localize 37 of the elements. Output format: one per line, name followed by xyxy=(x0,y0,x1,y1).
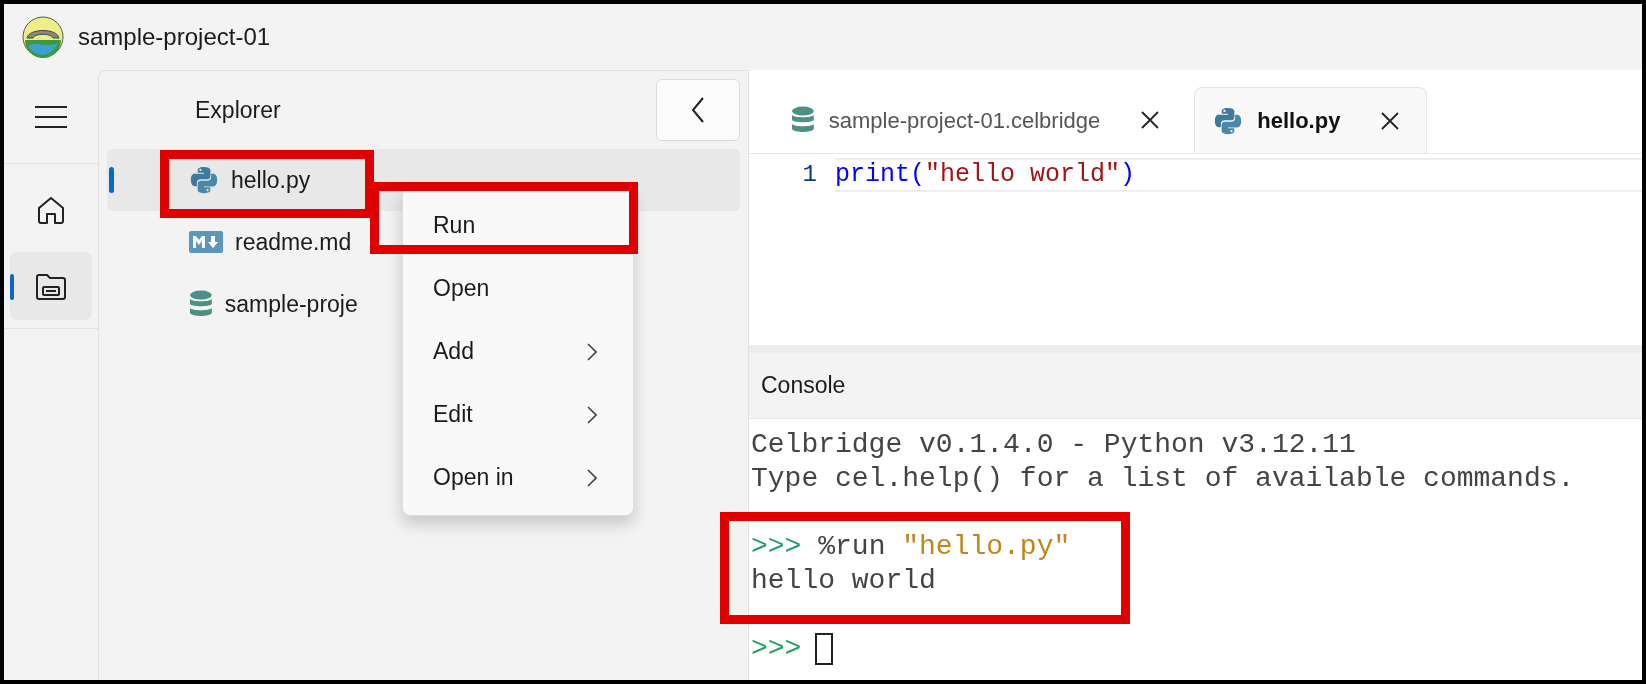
database-icon xyxy=(189,290,213,318)
python-icon xyxy=(189,165,219,195)
menu-item[interactable]: Open in xyxy=(433,460,514,495)
app-logo xyxy=(22,16,64,58)
chevron-left-icon xyxy=(691,96,705,124)
chevron-right-icon xyxy=(587,468,597,487)
menu-item[interactable]: Run xyxy=(433,208,476,243)
console-title: Console xyxy=(761,371,846,401)
menu-item[interactable]: Edit xyxy=(433,397,473,432)
chevron-right-icon xyxy=(587,405,597,424)
menu-item[interactable]: Add xyxy=(433,334,474,369)
close-icon[interactable] xyxy=(1140,110,1161,130)
menu-icon xyxy=(34,104,68,129)
markdown-icon xyxy=(189,231,223,253)
line-number: 1 xyxy=(801,160,818,190)
nav-button[interactable] xyxy=(10,252,92,320)
console-line: hello world xyxy=(751,564,936,598)
editor-tab[interactable]: hello.py xyxy=(1194,87,1428,153)
close-icon[interactable] xyxy=(1380,110,1401,131)
console-line: >>> xyxy=(751,632,802,666)
menu-item[interactable]: Open xyxy=(433,271,490,306)
code-line: print("hello world") xyxy=(835,158,1642,192)
database-icon xyxy=(791,106,815,134)
console-line: Celbridge v0.1.4.0 - Python v3.12.11 xyxy=(751,428,1356,462)
file-item[interactable]: readme.md xyxy=(107,211,360,273)
console-line: >>> %run "hello.py" xyxy=(751,530,1071,564)
editor-tab[interactable]: sample-project-01.celbridge xyxy=(773,87,1187,153)
console-line: Type cel.help() for a list of available commands. xyxy=(751,462,1575,496)
chevron-right-icon xyxy=(587,342,597,361)
selection-indicator xyxy=(109,167,114,193)
file-item[interactable]: sample-proje xyxy=(107,273,366,335)
python-icon xyxy=(1213,105,1244,136)
home-icon xyxy=(36,195,66,225)
selection-indicator xyxy=(10,274,14,300)
window-title: sample-project-01 xyxy=(78,22,271,52)
folder-icon xyxy=(35,271,67,301)
panel-title: Explorer xyxy=(195,95,281,125)
